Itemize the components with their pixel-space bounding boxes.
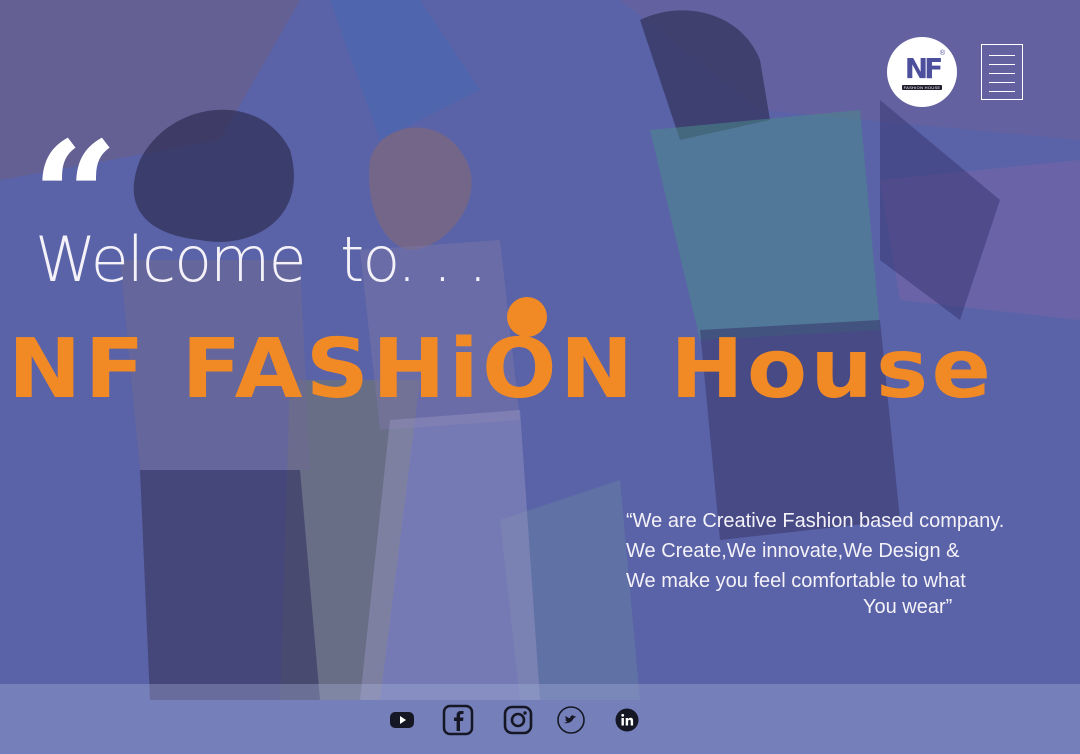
menu-button[interactable] [981,44,1023,100]
logo-mark: NF [904,52,944,85]
brand-logo[interactable]: NF FASHION HOUSE ® [887,37,957,107]
mission-line: We Create,We innovate,We Design & [626,540,960,562]
mission-line: You wear” [863,596,953,618]
facebook-icon[interactable] [442,704,474,736]
brand-title: NF FASHiON House [8,322,995,417]
registered-mark: ® [939,50,945,57]
brand-title-dot [507,297,547,337]
mission-line: “We are Creative Fashion based company. [626,510,1005,532]
mission-statement: “We are Creative Fashion based company. … [626,506,1066,622]
logo-subtext: FASHION HOUSE [902,85,942,90]
instagram-icon[interactable] [502,704,534,736]
footer-bar [0,684,1080,754]
linkedin-icon[interactable] [611,704,643,736]
welcome-heading: Welcome to. . . [35,223,488,296]
youtube-icon[interactable] [386,704,418,736]
landing-page: NF FASHION HOUSE ® “ Welcome to. . . NF … [0,0,1080,754]
twitter-icon[interactable] [555,704,587,736]
